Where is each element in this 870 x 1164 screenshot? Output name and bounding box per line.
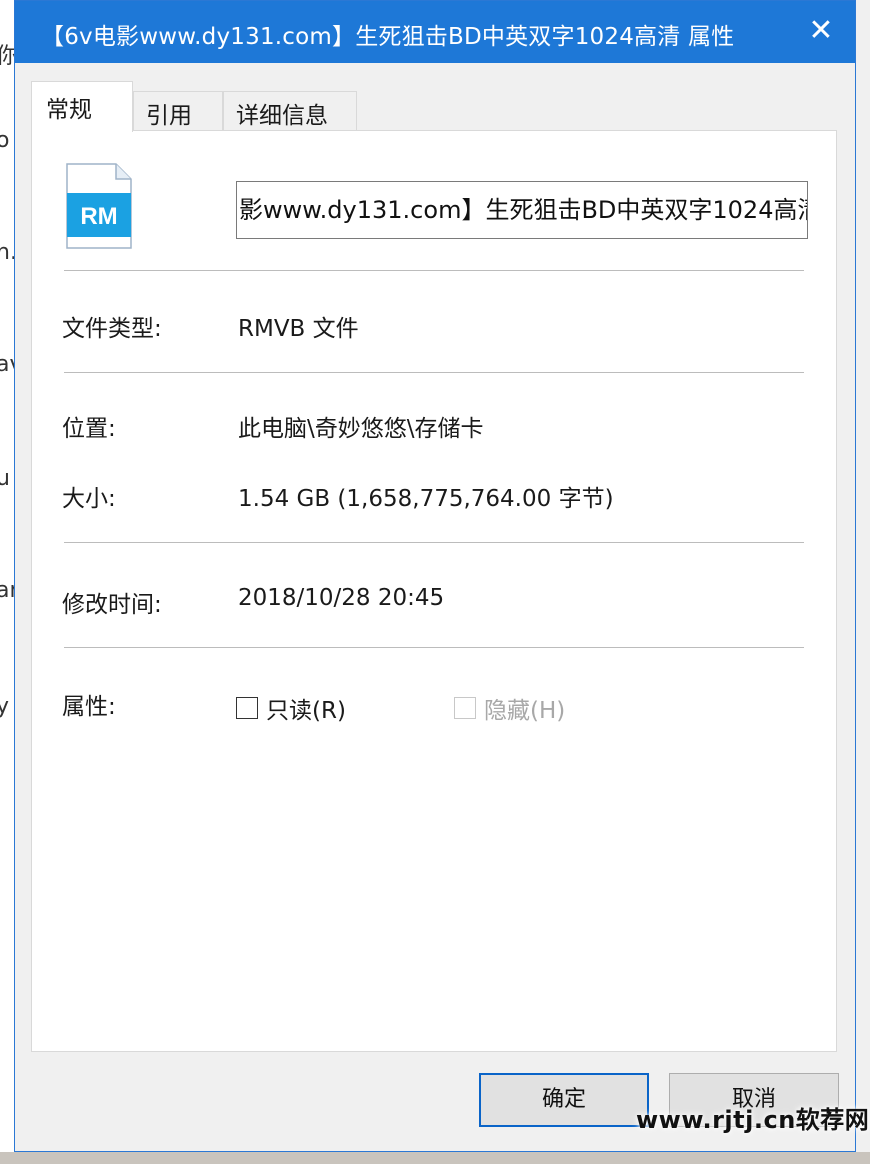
title-bar[interactable]: 【6v电影www.dy131.com】生死狙击BD中英双字1024高清 属性 ✕ [15,1,855,63]
background-text-fragment: u [0,466,10,491]
readonly-checkbox-label: 只读(R) [266,698,346,724]
location-label: 位置: [62,416,116,442]
ok-button[interactable]: 确定 [479,1073,649,1127]
tab-details[interactable]: 详细信息 [223,91,357,131]
window-title: 【6v电影www.dy131.com】生死狙击BD中英双字1024高清 属性 [41,24,735,50]
close-button[interactable]: ✕ [799,9,843,53]
general-tab-panel: RM 影www.dy131.com】生死狙击BD中英双字1024高清 文件类型:… [31,130,837,1052]
separator [64,542,804,543]
readonly-checkbox-box[interactable] [236,697,258,719]
close-icon: ✕ [808,13,834,48]
location-value: 此电脑\奇妙悠悠\存储卡 [238,416,484,442]
tab-references[interactable]: 引用 [133,91,223,131]
file-type-value: RMVB 文件 [238,316,359,342]
modified-time-label: 修改时间: [62,592,162,618]
separator [64,270,804,271]
taskbar-edge [0,1152,870,1164]
hidden-checkbox-box [454,697,476,719]
background-text-fragment: o [0,128,9,153]
attributes-label: 属性: [62,694,116,720]
tab-general[interactable]: 常规 [31,81,133,132]
properties-dialog: 【6v电影www.dy131.com】生死狙击BD中英双字1024高清 属性 ✕… [14,0,856,1152]
hidden-checkbox-label: 隐藏(H) [484,698,566,724]
size-value: 1.54 GB (1,658,775,764.00 字节) [238,486,614,512]
size-label: 大小: [62,486,116,512]
file-name-field[interactable]: 影www.dy131.com】生死狙击BD中英双字1024高清 [236,181,808,239]
hidden-checkbox: 隐藏(H) [454,691,565,725]
separator [64,372,804,373]
file-type-label: 文件类型: [62,316,162,342]
separator [64,647,804,648]
file-icon-label: RM [80,203,117,230]
rmvb-file-icon: RM [66,163,132,249]
modified-time-value: 2018/10/28 20:45 [238,585,445,611]
readonly-checkbox[interactable]: 只读(R) [236,691,346,725]
background-text-fragment: y [0,694,9,719]
site-watermark: www.rjtj.cn软荐网 [636,1106,870,1134]
